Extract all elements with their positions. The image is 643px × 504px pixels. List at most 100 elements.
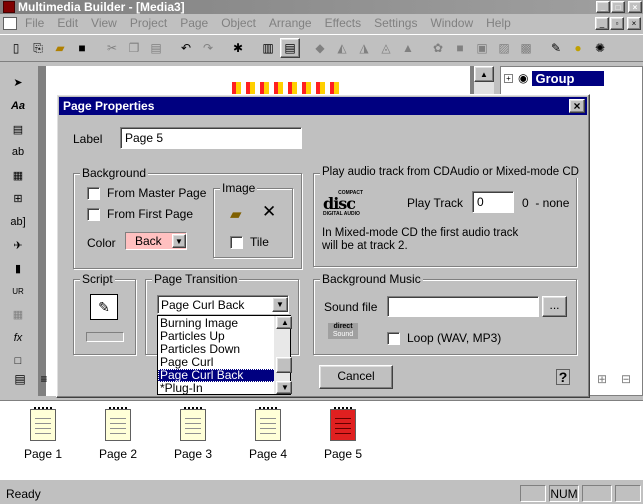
maximize-button[interactable]: □ bbox=[611, 1, 625, 13]
dropdown-scroll-thumb[interactable] bbox=[276, 357, 292, 373]
page-icon[interactable]: ≡ bbox=[34, 369, 54, 389]
page-1-icon bbox=[30, 407, 56, 441]
url-icon[interactable]: UR bbox=[7, 281, 29, 302]
play-track-input[interactable]: 0 bbox=[472, 191, 514, 213]
settings-icon[interactable]: ✿ bbox=[428, 38, 448, 58]
transition-option[interactable]: *Plug-In bbox=[158, 382, 290, 395]
flip-icon[interactable]: ◮ bbox=[354, 38, 374, 58]
transition-chevron-down-icon[interactable]: ▼ bbox=[272, 297, 288, 312]
spacing-icon[interactable]: ⊟ bbox=[616, 369, 636, 389]
dropdown-scroll-down[interactable]: ▼ bbox=[276, 381, 292, 394]
menu-settings[interactable]: Settings bbox=[374, 16, 417, 30]
input-field-icon[interactable]: ab] bbox=[7, 211, 29, 232]
from-master-row[interactable]: From Master Page bbox=[87, 186, 206, 200]
tile-row[interactable]: Tile bbox=[230, 235, 269, 249]
menu-arrange[interactable]: Arrange bbox=[269, 16, 312, 30]
page-thumb-1[interactable]: Page 1 bbox=[13, 407, 73, 461]
undo-icon[interactable]: ↶ bbox=[176, 38, 196, 58]
doc-minimize-button[interactable]: _ bbox=[595, 16, 609, 30]
label-input[interactable]: Page 5 bbox=[120, 127, 302, 149]
add-page-icon[interactable]: ⎘ bbox=[28, 38, 48, 58]
paste-icon[interactable]: ▤ bbox=[146, 38, 166, 58]
save-icon[interactable]: ■ bbox=[72, 38, 92, 58]
lines-icon[interactable]: ▤ bbox=[280, 38, 300, 58]
sun-icon[interactable]: ✺ bbox=[590, 38, 610, 58]
expand-icon[interactable]: + bbox=[504, 73, 513, 83]
status-cap bbox=[520, 485, 546, 502]
sound-file-input[interactable] bbox=[387, 296, 539, 317]
page-thumb-4[interactable]: Page 4 bbox=[238, 407, 298, 461]
menu-window[interactable]: Window bbox=[430, 16, 473, 30]
slash-icon[interactable]: ▨ bbox=[494, 38, 514, 58]
drop-icon[interactable]: ◆ bbox=[310, 38, 330, 58]
from-first-label: From First Page bbox=[107, 207, 194, 221]
page-list-icon[interactable]: ▤ bbox=[10, 369, 30, 389]
close-app-button[interactable]: × bbox=[628, 1, 642, 13]
menu-object[interactable]: Object bbox=[221, 16, 256, 30]
textbox-icon[interactable]: ▤ bbox=[7, 118, 29, 139]
minimize-button[interactable]: _ bbox=[596, 1, 610, 13]
menu-help[interactable]: Help bbox=[486, 16, 511, 30]
menu-page[interactable]: Page bbox=[180, 16, 208, 30]
tile-checkbox[interactable] bbox=[230, 235, 243, 249]
group-title[interactable]: Group bbox=[532, 70, 605, 86]
page-thumb-5[interactable]: Page 5 bbox=[313, 407, 373, 461]
picture-icon[interactable]: ▩ bbox=[516, 38, 536, 58]
dialog-close-button[interactable]: × bbox=[569, 99, 585, 113]
transition-select[interactable]: Page Curl Back ▼ bbox=[157, 295, 289, 314]
dropdown-scrollbar[interactable]: ▲ ▼ bbox=[274, 316, 292, 394]
loop-row[interactable]: Loop (WAV, MP3) bbox=[387, 331, 501, 345]
object-icon[interactable]: ✱ bbox=[228, 38, 248, 58]
menu-file[interactable]: File bbox=[25, 16, 44, 30]
chevron-down-icon[interactable]: ▼ bbox=[172, 234, 186, 248]
wand-icon[interactable]: ✎ bbox=[546, 38, 566, 58]
from-master-checkbox[interactable] bbox=[87, 186, 100, 200]
page-thumb-2[interactable]: Page 2 bbox=[88, 407, 148, 461]
eye-icon[interactable]: ◉ bbox=[518, 71, 528, 85]
scroll-up-button[interactable]: ▲ bbox=[474, 66, 494, 82]
cd-audio-title: Play audio track from CDAudio or Mixed-m… bbox=[320, 166, 581, 178]
gif-icon[interactable]: ✈ bbox=[7, 235, 29, 256]
bitmap-button-icon[interactable]: ⊞ bbox=[7, 188, 29, 209]
film-icon[interactable]: ▮ bbox=[7, 258, 29, 279]
menu-edit[interactable]: Edit bbox=[57, 16, 78, 30]
menu-project[interactable]: Project bbox=[130, 16, 167, 30]
label-tool-icon[interactable]: ab bbox=[7, 142, 29, 163]
label-caption: Label bbox=[73, 132, 103, 146]
doc-close-button[interactable]: × bbox=[627, 16, 641, 30]
color-select[interactable]: Back ▼ bbox=[125, 232, 187, 250]
bitmap-icon[interactable]: ▦ bbox=[7, 165, 29, 186]
doc-restore-button[interactable]: ▫ bbox=[610, 16, 624, 30]
text-tool-icon[interactable]: Aa bbox=[7, 95, 29, 116]
loop-checkbox[interactable] bbox=[387, 331, 400, 345]
from-first-row[interactable]: From First Page bbox=[87, 207, 193, 221]
table-icon[interactable]: ▦ bbox=[7, 304, 29, 325]
help-icon[interactable]: ? bbox=[556, 369, 570, 385]
remove-image-icon[interactable]: ✕ bbox=[262, 202, 276, 222]
frame-icon[interactable]: ▣ bbox=[472, 38, 492, 58]
align-icon[interactable]: ◭ bbox=[332, 38, 352, 58]
page-thumb-3[interactable]: Page 3 bbox=[163, 407, 223, 461]
from-first-checkbox[interactable] bbox=[87, 207, 100, 221]
cancel-button[interactable]: Cancel bbox=[319, 365, 393, 389]
redo-icon[interactable]: ↷ bbox=[198, 38, 218, 58]
open-folder-image-icon[interactable]: ▰ bbox=[230, 205, 242, 223]
grid-icon[interactable]: ▥ bbox=[258, 38, 278, 58]
distribute-icon[interactable]: ⊞ bbox=[592, 369, 612, 389]
page-4-label: Page 4 bbox=[248, 447, 288, 461]
pointer-icon[interactable]: ➤ bbox=[7, 72, 29, 93]
box-icon[interactable]: ■ bbox=[450, 38, 470, 58]
new-icon[interactable]: ▯ bbox=[6, 38, 26, 58]
shape-icon[interactable]: ▲ bbox=[398, 38, 418, 58]
rotate-icon[interactable]: ◬ bbox=[376, 38, 396, 58]
menu-view[interactable]: View bbox=[91, 16, 117, 30]
menu-effects[interactable]: Effects bbox=[325, 16, 361, 30]
copy-icon[interactable]: ❐ bbox=[124, 38, 144, 58]
browse-button[interactable]: ... bbox=[542, 296, 567, 317]
fx-icon[interactable]: fx bbox=[7, 328, 29, 349]
open-folder-icon[interactable]: ▰ bbox=[50, 38, 70, 58]
script-edit-icon[interactable]: ✎ bbox=[90, 294, 118, 320]
dropdown-scroll-up[interactable]: ▲ bbox=[276, 316, 292, 329]
balloon-icon[interactable]: ● bbox=[568, 38, 588, 58]
cut-icon[interactable]: ✂ bbox=[102, 38, 122, 58]
